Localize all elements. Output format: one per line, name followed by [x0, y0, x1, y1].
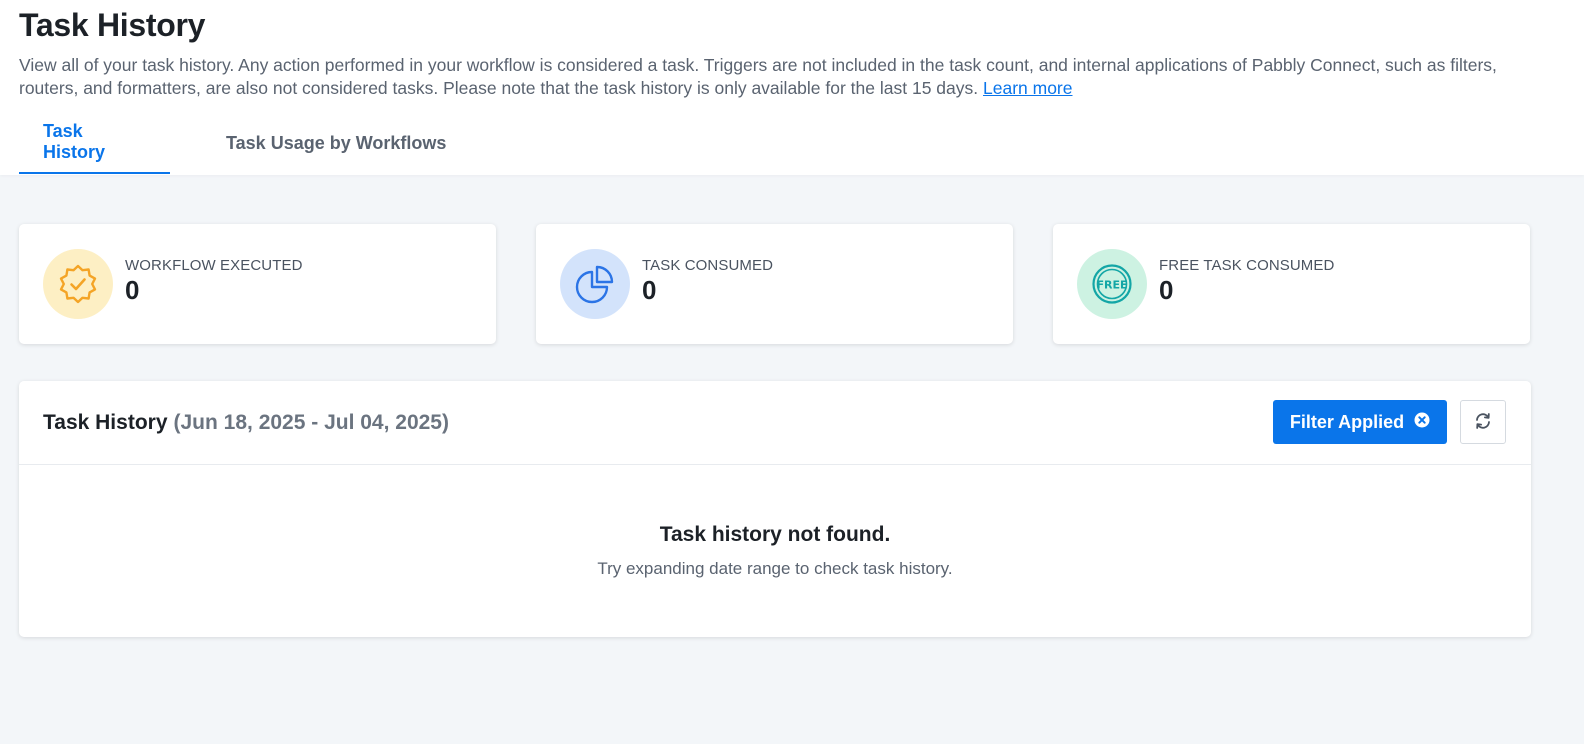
free-badge-icon: FREE [1077, 249, 1147, 319]
pie-chart-icon [560, 249, 630, 319]
filter-label: Filter Applied [1289, 411, 1405, 432]
stat-value: 0 [125, 274, 140, 305]
stat-card-task-consumed: TASK CONSUMED 0 [536, 224, 1013, 344]
filter-applied-button[interactable]: Filter Applied [1273, 400, 1447, 444]
page-description: View all of your task history. Any actio… [19, 54, 1559, 100]
close-circle-icon[interactable] [1414, 412, 1430, 433]
stats-cards: WORKFLOW EXECUTED 0 TASK CONSUMED 0 FREE… [19, 224, 1530, 344]
svg-text:FREE: FREE [1096, 279, 1127, 292]
page-header: Task History View all of your task histo… [0, 0, 1584, 175]
stat-label: WORKFLOW EXECUTED [125, 256, 303, 274]
stat-label: FREE TASK CONSUMED [1159, 256, 1335, 274]
refresh-button[interactable] [1460, 400, 1506, 444]
tab-bar: Task History Task Usage by Workflows [19, 112, 446, 175]
badge-check-icon [43, 249, 113, 319]
stat-value: 0 [642, 274, 657, 305]
description-text: View all of your task history. Any actio… [19, 55, 1497, 98]
page-title: Task History [19, 7, 206, 43]
panel-title: Task History [43, 410, 168, 434]
stat-label: TASK CONSUMED [642, 256, 774, 274]
tab-task-usage-by-workflows[interactable]: Task Usage by Workflows [170, 112, 446, 174]
empty-state-subtitle: Try expanding date range to check task h… [597, 559, 953, 578]
empty-state: Task history not found. Try expanding da… [19, 465, 1531, 579]
task-history-panel: Task History (Jun 18, 2025 - Jul 04, 202… [19, 381, 1531, 637]
stat-value: 0 [1159, 274, 1174, 305]
refresh-icon [1474, 412, 1492, 433]
stat-card-free-task-consumed: FREE FREE TASK CONSUMED 0 [1053, 224, 1530, 344]
learn-more-link[interactable]: Learn more [983, 78, 1073, 98]
empty-state-title: Task history not found. [659, 523, 891, 546]
panel-header: Task History (Jun 18, 2025 - Jul 04, 202… [19, 381, 1531, 465]
stat-card-workflow-executed: WORKFLOW EXECUTED 0 [19, 224, 496, 344]
date-range: (Jun 18, 2025 - Jul 04, 2025) [173, 410, 449, 434]
panel-actions: Filter Applied [1273, 400, 1506, 444]
tab-task-history[interactable]: Task History [19, 112, 170, 174]
